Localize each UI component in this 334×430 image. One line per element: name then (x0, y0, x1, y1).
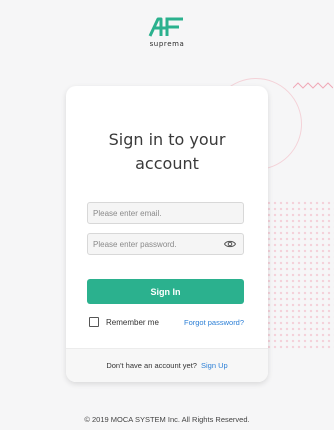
password-input[interactable] (88, 234, 223, 255)
email-input[interactable] (88, 203, 223, 224)
remember-me-label[interactable]: Remember me (106, 318, 159, 327)
suprema-logo-icon (148, 17, 183, 37)
password-field-wrapper (87, 233, 244, 255)
remember-me[interactable]: Remember me (89, 317, 159, 327)
title-line-2: account (135, 154, 199, 173)
copyright-text: © 2019 MOCA SYSTEM Inc. All Rights Reser… (84, 415, 250, 424)
email-field-wrapper (87, 202, 244, 224)
no-account-text: Don't have an account yet? (106, 361, 197, 370)
show-password-eye-icon[interactable] (224, 239, 236, 249)
page-title: Sign in to your account (66, 128, 268, 176)
forgot-password-link[interactable]: Forgot password? (184, 318, 244, 327)
decorative-wave (293, 82, 333, 89)
signin-button[interactable]: Sign In (87, 279, 244, 304)
signup-link[interactable]: Sign Up (201, 361, 228, 370)
remember-me-checkbox[interactable] (89, 317, 99, 327)
logo: suprema (0, 16, 334, 48)
card-footer: Don't have an account yet? Sign Up (66, 348, 268, 382)
title-line-1: Sign in to your (108, 130, 226, 149)
logo-text: suprema (149, 40, 185, 48)
decorative-dots (266, 200, 334, 350)
signin-card: Sign in to your account Sign In Remember… (66, 86, 268, 382)
